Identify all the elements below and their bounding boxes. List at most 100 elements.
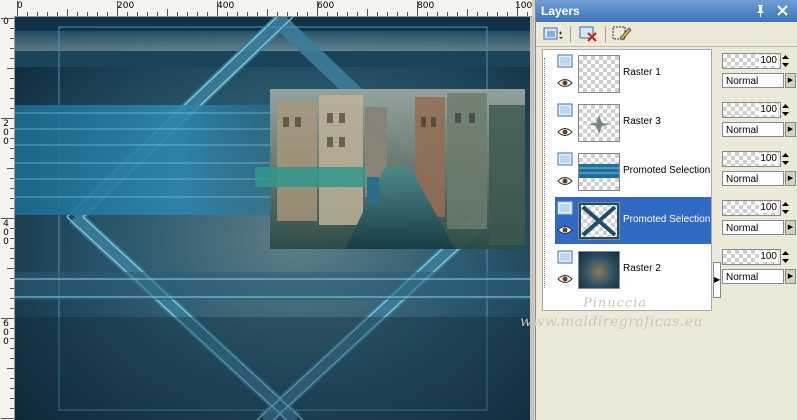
- layer-type-icon[interactable]: [557, 54, 573, 68]
- ruler-tick: [10, 308, 14, 309]
- ruler-tick: [10, 338, 14, 339]
- ruler-tick: [10, 378, 14, 379]
- canvas-scrollbar[interactable]: [530, 17, 534, 420]
- blend-mode-select[interactable]: Normal: [722, 171, 784, 186]
- close-icon[interactable]: [776, 4, 789, 17]
- ruler-tick: [97, 12, 98, 16]
- ruler-tick: [367, 9, 368, 16]
- ruler-tick: [10, 388, 14, 389]
- ruler-tick: [10, 358, 14, 359]
- ruler-tick: [10, 38, 14, 39]
- ruler-tick: [10, 148, 14, 149]
- blend-mode-select[interactable]: Normal: [722, 73, 784, 88]
- ruler-tick: [10, 108, 14, 109]
- vertical-ruler: 0 200 400 600: [0, 16, 15, 420]
- ruler-tick: [10, 278, 14, 279]
- layer-row-promoted-selection[interactable]: Promoted Selection: [555, 148, 711, 195]
- ruler-tick: [357, 12, 358, 16]
- opacity-slider[interactable]: 100: [722, 249, 781, 265]
- ruler-tick: [10, 58, 14, 59]
- layer-row-raster-2[interactable]: Raster 2: [555, 246, 711, 293]
- layer-thumbnail: [578, 104, 620, 142]
- ruler-tick: [10, 138, 14, 139]
- ruler-tick: [10, 398, 14, 399]
- ruler-tick: [327, 12, 328, 16]
- layer-type-icon[interactable]: [557, 250, 573, 264]
- ruler-tick: [10, 28, 14, 29]
- watermark-author: Pinuccia: [583, 296, 648, 311]
- layer-row-raster-1[interactable]: Raster 1: [555, 50, 711, 97]
- visibility-eye-icon[interactable]: [557, 175, 573, 187]
- ruler-tick: [237, 12, 238, 16]
- image-canvas[interactable]: [15, 17, 530, 420]
- opacity-slider[interactable]: 100: [722, 102, 781, 118]
- blend-dropdown-icon[interactable]: ▶: [785, 269, 796, 284]
- ruler-tick: [167, 9, 168, 16]
- ruler-tick: [137, 12, 138, 16]
- canvas-artwork: [15, 17, 530, 420]
- layer-row-promoted-selection-1[interactable]: Promoted Selection 1: [555, 197, 719, 244]
- layer-name: Raster 3: [623, 116, 661, 127]
- blend-dropdown-icon[interactable]: ▶: [785, 220, 796, 235]
- opacity-slider[interactable]: 100: [722, 53, 781, 69]
- ruler-tick: [317, 1, 318, 16]
- layer-thumbnail: [578, 153, 620, 191]
- ruler-tick: [10, 198, 14, 199]
- ruler-tick: [10, 48, 14, 49]
- ruler-tick: [10, 238, 14, 239]
- ruler-tick: [407, 12, 408, 16]
- ruler-tick: [10, 228, 14, 229]
- visibility-eye-icon[interactable]: [557, 126, 573, 138]
- toolbar-divider: [605, 26, 606, 42]
- ruler-tick: [287, 12, 288, 16]
- opacity-spinner-icon[interactable]: [781, 200, 790, 216]
- layer-type-icon[interactable]: [557, 103, 573, 117]
- palette-titlebar[interactable]: Layers: [536, 0, 797, 22]
- opacity-value: 100: [759, 55, 778, 66]
- opacity-spinner-icon[interactable]: [781, 102, 790, 118]
- ruler-tick: [147, 12, 148, 16]
- new-layer-icon[interactable]: [542, 25, 564, 43]
- edit-selection-icon[interactable]: [611, 25, 633, 43]
- layer-properties-raster-2: 100 Normal ▶: [722, 245, 797, 292]
- ruler-tick: [127, 12, 128, 16]
- pin-icon[interactable]: [754, 4, 767, 17]
- blend-dropdown-icon[interactable]: ▶: [785, 171, 796, 186]
- ruler-tick: [10, 288, 14, 289]
- blend-mode-select[interactable]: Normal: [722, 220, 784, 235]
- ruler-tick: [187, 12, 188, 16]
- ruler-tick: [10, 408, 14, 409]
- ruler-tick: [1, 118, 14, 119]
- layer-type-icon[interactable]: [557, 201, 573, 215]
- blend-dropdown-icon[interactable]: ▶: [785, 73, 796, 88]
- ruler-tick: [10, 78, 14, 79]
- opacity-spinner-icon[interactable]: [781, 151, 790, 167]
- blend-dropdown-icon[interactable]: ▶: [785, 122, 796, 137]
- ruler-tick: [197, 12, 198, 16]
- opacity-slider[interactable]: 100: [722, 200, 781, 216]
- ruler-tick: [10, 258, 14, 259]
- ruler-tick: [247, 12, 248, 16]
- expand-arrow-icon[interactable]: ▶: [713, 262, 721, 298]
- opacity-value: 100: [759, 251, 778, 262]
- opacity-spinner-icon[interactable]: [781, 249, 790, 265]
- ruler-tick: [267, 9, 268, 16]
- blend-mode-select[interactable]: Normal: [722, 269, 784, 284]
- visibility-eye-icon[interactable]: [557, 224, 573, 236]
- ruler-tick: [1, 418, 14, 419]
- opacity-slider[interactable]: 100: [722, 151, 781, 167]
- ruler-tick: [477, 12, 478, 16]
- layer-type-icon[interactable]: [557, 152, 573, 166]
- ruler-tick: [7, 168, 14, 169]
- visibility-eye-icon[interactable]: [557, 77, 573, 89]
- ruler-tick: [10, 88, 14, 89]
- opacity-spinner-icon[interactable]: [781, 53, 790, 69]
- layer-properties-column: 100 Normal ▶ 100 Normal ▶ 100 Normal ▶ 1…: [722, 49, 797, 309]
- visibility-eye-icon[interactable]: [557, 273, 573, 285]
- blend-mode-select[interactable]: Normal: [722, 122, 784, 137]
- ruler-label: 600: [3, 319, 9, 347]
- ruler-tick: [1, 18, 14, 19]
- ruler-tick: [47, 12, 48, 16]
- delete-layer-icon[interactable]: [578, 25, 600, 43]
- layer-row-raster-3[interactable]: Raster 3: [555, 99, 711, 146]
